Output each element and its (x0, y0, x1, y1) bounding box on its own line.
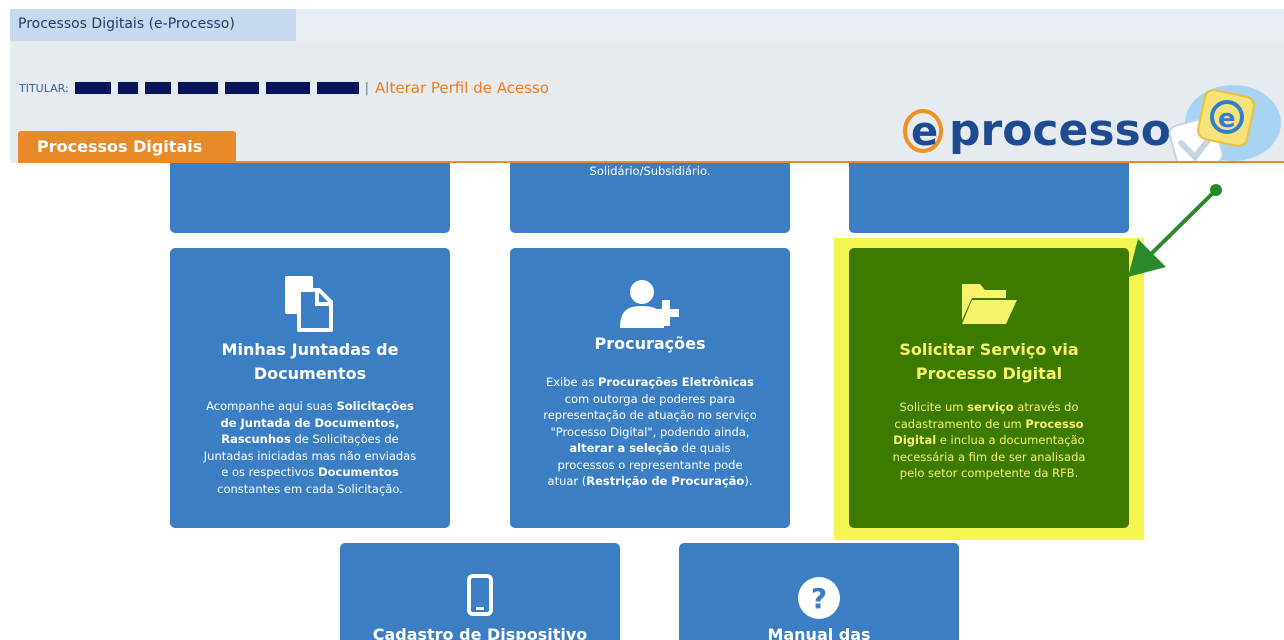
card-partial-text: Solidário/Subsidiário. (589, 164, 711, 178)
card-description: Exibe as Procurações Eletrônicas com out… (543, 375, 757, 488)
add-user-icon (618, 278, 682, 330)
card-description: Solicite um serviço através do cadastram… (892, 400, 1086, 480)
card-title: Cadastro de Dispositivo (372, 625, 588, 640)
redacted-text (316, 82, 359, 94)
redacted-text (144, 82, 171, 94)
svg-text:e: e (911, 109, 938, 155)
documents-icon (283, 274, 337, 332)
service-card-top-middle[interactable]: Solidário/Subsidiário. (510, 163, 790, 233)
tab-label: Processos Digitais (37, 137, 203, 156)
services-grid: Solidário/Subsidiário. Minhas Juntadas d… (10, 163, 1284, 640)
card-description: Acompanhe aqui suas Solicitações de Junt… (203, 399, 417, 496)
card-title: Solicitar Serviço via Processo Digital (899, 340, 1079, 383)
redacted-text (224, 82, 259, 94)
cadastro-dispositivo-card[interactable]: Cadastro de Dispositivo (340, 543, 620, 640)
manual-card[interactable]: ? Manual das (679, 543, 959, 640)
card-title: Minhas Juntadas de Documentos (221, 340, 399, 383)
svg-text:?: ? (811, 582, 827, 615)
app-frame: Processos Digitais (e-Processo) TITULAR:… (10, 9, 1284, 640)
separator: | (364, 80, 370, 96)
window-title: Processos Digitais (e-Processo) (18, 16, 235, 32)
folder-open-icon (960, 280, 1018, 328)
redacted-text (265, 82, 310, 94)
redacted-text (74, 82, 111, 94)
procuracoes-card[interactable]: Procurações Exibe as Procurações Eletrôn… (510, 248, 790, 528)
pointer-arrow-icon (1128, 184, 1222, 277)
service-card-top-right[interactable] (849, 163, 1129, 233)
redacted-text (177, 82, 218, 94)
titular-row: TITULAR: | Alterar Perfil de Acesso (19, 77, 549, 99)
card-title: Procurações (594, 334, 706, 353)
question-icon: ? (796, 575, 842, 621)
service-card-top-left[interactable] (170, 163, 450, 233)
titular-label: TITULAR: (19, 81, 69, 95)
mobile-phone-icon (467, 574, 493, 616)
solicitar-servico-card[interactable]: Solicitar Serviço via Processo Digital S… (849, 248, 1129, 528)
window-title-bar: Processos Digitais (e-Processo) (10, 9, 1284, 41)
redacted-text (117, 82, 138, 94)
svg-text:processo: processo (949, 105, 1171, 156)
minhas-juntadas-card[interactable]: Minhas Juntadas de Documentos Acompanhe … (170, 248, 450, 528)
card-title: Manual das (767, 625, 871, 640)
window-title-tab: Processos Digitais (e-Processo) (10, 9, 296, 41)
svg-text:e: e (1218, 104, 1236, 134)
tab-processos-digitais[interactable]: Processos Digitais (18, 131, 236, 163)
alterar-perfil-link[interactable]: Alterar Perfil de Acesso (375, 79, 549, 97)
